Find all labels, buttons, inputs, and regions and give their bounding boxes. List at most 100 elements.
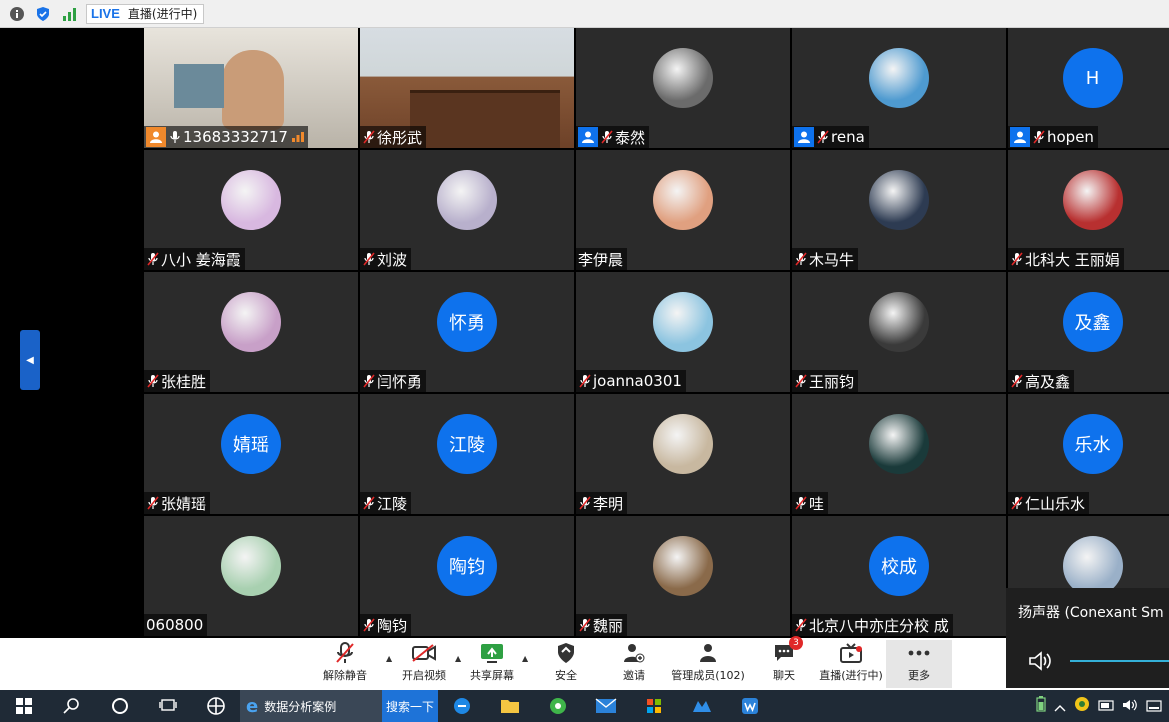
- participant-name-bar: 刘波: [360, 248, 412, 270]
- live-stream-label: 直播(进行中): [819, 669, 883, 682]
- volume-slider[interactable]: [1070, 660, 1169, 662]
- start-video-button[interactable]: 开启视频: [400, 640, 448, 688]
- search-icon[interactable]: [48, 690, 96, 722]
- meeting-top-bar: LIVE 直播(进行中): [0, 0, 1169, 28]
- participant-tile[interactable]: 泰然: [576, 28, 790, 148]
- chevron-up-icon[interactable]: [1054, 697, 1066, 716]
- participant-name: 江陵: [377, 494, 408, 513]
- participant-tile[interactable]: 李明: [576, 394, 790, 514]
- participant-tile[interactable]: 哇: [792, 394, 1006, 514]
- wall-painting: [174, 64, 224, 108]
- battery-icon[interactable]: [1036, 696, 1046, 716]
- start-button[interactable]: [0, 690, 48, 722]
- wps-icon[interactable]: [726, 690, 774, 722]
- network-icon[interactable]: [1098, 697, 1114, 716]
- more-dots-icon: [906, 640, 932, 665]
- ie-window-title: 数据分析案例: [264, 699, 337, 714]
- participant-tile[interactable]: 13683332717: [144, 28, 358, 148]
- participant-avatar: 校成: [869, 536, 929, 596]
- participant-name: 王丽钧: [809, 372, 855, 391]
- pinwheel-app-icon[interactable]: [192, 690, 240, 722]
- participant-name: 060800: [146, 616, 204, 634]
- participant-name-bar: 江陵: [360, 492, 412, 514]
- participant-gallery: 13683332717 徐彤武 泰然 rena Hhopen 八小 姜海霞 刘波 李伊晨 木马牛…: [144, 28, 1169, 638]
- participant-avatar: [653, 292, 713, 352]
- participant-avatar: [221, 170, 281, 230]
- participant-tile[interactable]: 魏丽: [576, 516, 790, 636]
- participant-tile[interactable]: 木马牛: [792, 150, 1006, 270]
- participant-tile[interactable]: 及鑫 高及鑫: [1008, 272, 1169, 392]
- meeting-app-icon[interactable]: [678, 690, 726, 722]
- participant-name: 徐彤武: [377, 128, 423, 147]
- participant-avatar: 怀勇: [437, 292, 497, 352]
- mic-muted-icon: [794, 251, 808, 267]
- participant-tile[interactable]: 北科大 王丽娟: [1008, 150, 1169, 270]
- participant-avatar: [221, 536, 281, 596]
- participant-tile[interactable]: 江陵 江陵: [360, 394, 574, 514]
- participant-avatar: [869, 292, 929, 352]
- live-status-indicator[interactable]: LIVE 直播(进行中): [86, 3, 205, 24]
- participant-tile[interactable]: 校成 北京八中亦庄分校 成: [792, 516, 1006, 636]
- edge-icon[interactable]: [438, 690, 486, 722]
- signal-icon[interactable]: [60, 5, 78, 23]
- participant-tile[interactable]: Hhopen: [1008, 28, 1169, 148]
- video-options-caret[interactable]: ▲: [455, 654, 461, 663]
- volume-icon[interactable]: [1122, 697, 1138, 716]
- participants-icon: [695, 640, 721, 665]
- task-view-icon[interactable]: [144, 690, 192, 722]
- share-screen-icon: [479, 640, 505, 665]
- browser-green-icon[interactable]: [534, 690, 582, 722]
- mic-muted-icon: [1010, 373, 1024, 389]
- participant-name: 北科大 王丽娟: [1025, 250, 1120, 269]
- chat-button[interactable]: 3 聊天: [766, 636, 803, 688]
- participant-tile[interactable]: 婧瑶 张婧瑶: [144, 394, 358, 514]
- security-shield-icon: [553, 640, 579, 665]
- participant-name: 张婧瑶: [161, 494, 207, 513]
- store-icon[interactable]: [630, 690, 678, 722]
- participant-tile[interactable]: 张桂胜: [144, 272, 358, 392]
- info-icon[interactable]: [8, 5, 26, 23]
- security-button[interactable]: 安全: [548, 640, 584, 688]
- participant-tile[interactable]: 刘波: [360, 150, 574, 270]
- audio-options-caret[interactable]: ▲: [386, 654, 392, 663]
- collapse-panel-button[interactable]: ◀: [20, 330, 40, 390]
- participant-tile[interactable]: 乐水 仁山乐水: [1008, 394, 1169, 514]
- share-options-caret[interactable]: ▲: [522, 654, 528, 663]
- participant-name-bar: 张桂胜: [144, 370, 211, 392]
- participant-tile[interactable]: 李伊晨: [576, 150, 790, 270]
- participant-name: 仁山乐水: [1025, 494, 1086, 513]
- invite-button[interactable]: 邀请: [616, 640, 652, 688]
- participant-tile[interactable]: rena: [792, 28, 1006, 148]
- unmute-button[interactable]: 解除静音: [322, 640, 368, 688]
- speaker-device-label: 扬声器 (Conexant Sm: [1018, 605, 1164, 621]
- mic-muted-icon: [362, 129, 376, 145]
- participant-tile[interactable]: 八小 姜海霞: [144, 150, 358, 270]
- manage-participants-button[interactable]: 管理成员(102): [670, 640, 746, 688]
- participant-name: 13683332717: [183, 128, 288, 146]
- ie-window-tab[interactable]: e 数据分析案例: [240, 690, 382, 722]
- participant-tile[interactable]: joanna0301: [576, 272, 790, 392]
- keyboard-icon[interactable]: [1146, 697, 1162, 716]
- shield-icon[interactable]: [34, 5, 52, 23]
- participant-tile[interactable]: 徐彤武: [360, 28, 574, 148]
- system-tray: [1036, 690, 1162, 722]
- participant-tile[interactable]: 陶钧 陶钧: [360, 516, 574, 636]
- live-stream-button[interactable]: 直播(进行中): [816, 640, 886, 688]
- tray-app-icon[interactable]: [1074, 696, 1090, 716]
- avatar-initials: 怀勇: [449, 313, 485, 334]
- participant-tile[interactable]: 060800: [144, 516, 358, 636]
- more-button[interactable]: 更多: [886, 640, 952, 688]
- participant-name: 陶钧: [377, 616, 408, 635]
- participant-tile[interactable]: 王丽钧: [792, 272, 1006, 392]
- participant-name: 八小 姜海霞: [161, 250, 241, 269]
- participant-tile[interactable]: 怀勇闫怀勇: [360, 272, 574, 392]
- share-screen-button[interactable]: 共享屏幕: [468, 640, 516, 688]
- file-explorer-icon[interactable]: [486, 690, 534, 722]
- participant-name: 闫怀勇: [377, 372, 423, 391]
- mail-icon[interactable]: [582, 690, 630, 722]
- mic-muted-icon: [146, 251, 160, 267]
- participant-avatar: [653, 170, 713, 230]
- cortana-icon[interactable]: [96, 690, 144, 722]
- search-once-button[interactable]: 搜索一下: [382, 690, 438, 722]
- participant-name-bar: 李伊晨: [576, 248, 628, 270]
